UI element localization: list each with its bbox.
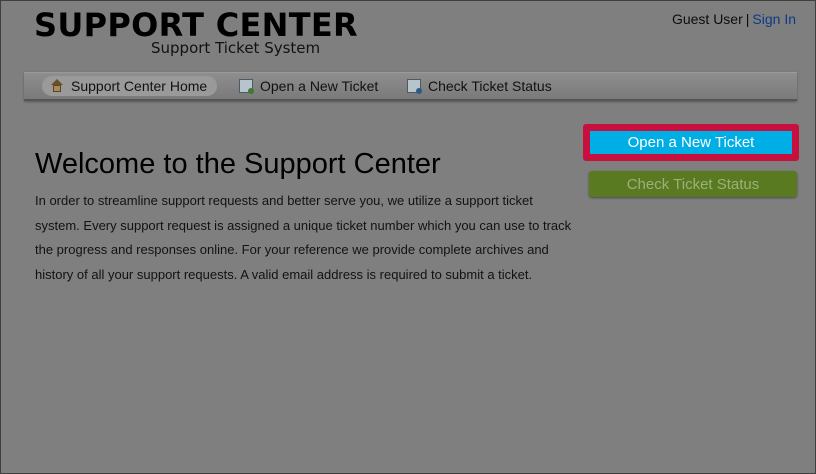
open-ticket-highlight: Open a New Ticket xyxy=(583,124,799,161)
sign-in-link[interactable]: Sign In xyxy=(752,11,796,27)
page-title: Welcome to the Support Center xyxy=(35,148,441,180)
nav-item-label: Check Ticket Status xyxy=(428,78,552,94)
user-separator: | xyxy=(745,11,750,27)
open-new-ticket-button[interactable]: Open a New Ticket xyxy=(590,131,792,154)
intro-paragraph: In order to streamline support requests … xyxy=(35,193,572,282)
logo-subtitle: Support Ticket System xyxy=(151,39,321,57)
nav-item-home[interactable]: Support Center Home xyxy=(42,76,218,96)
check-ticket-status-button[interactable]: Check Ticket Status xyxy=(589,171,797,197)
nav-item-open-ticket[interactable]: Open a New Ticket xyxy=(239,76,378,96)
new-ticket-icon xyxy=(239,79,254,94)
nav-item-label: Open a New Ticket xyxy=(260,78,379,94)
home-icon xyxy=(50,79,64,93)
user-name: Guest User xyxy=(671,11,743,27)
ticket-status-icon xyxy=(407,79,422,94)
nav-item-label: Support Center Home xyxy=(71,78,208,94)
user-area: Guest User | Sign In xyxy=(672,11,796,27)
page-frame: SUPPORT CENTER Support Ticket System Gue… xyxy=(0,0,816,474)
nav-item-check-status[interactable]: Check Ticket Status xyxy=(407,76,552,96)
main-nav: Support Center Home Open a New Ticket Ch… xyxy=(24,72,797,101)
